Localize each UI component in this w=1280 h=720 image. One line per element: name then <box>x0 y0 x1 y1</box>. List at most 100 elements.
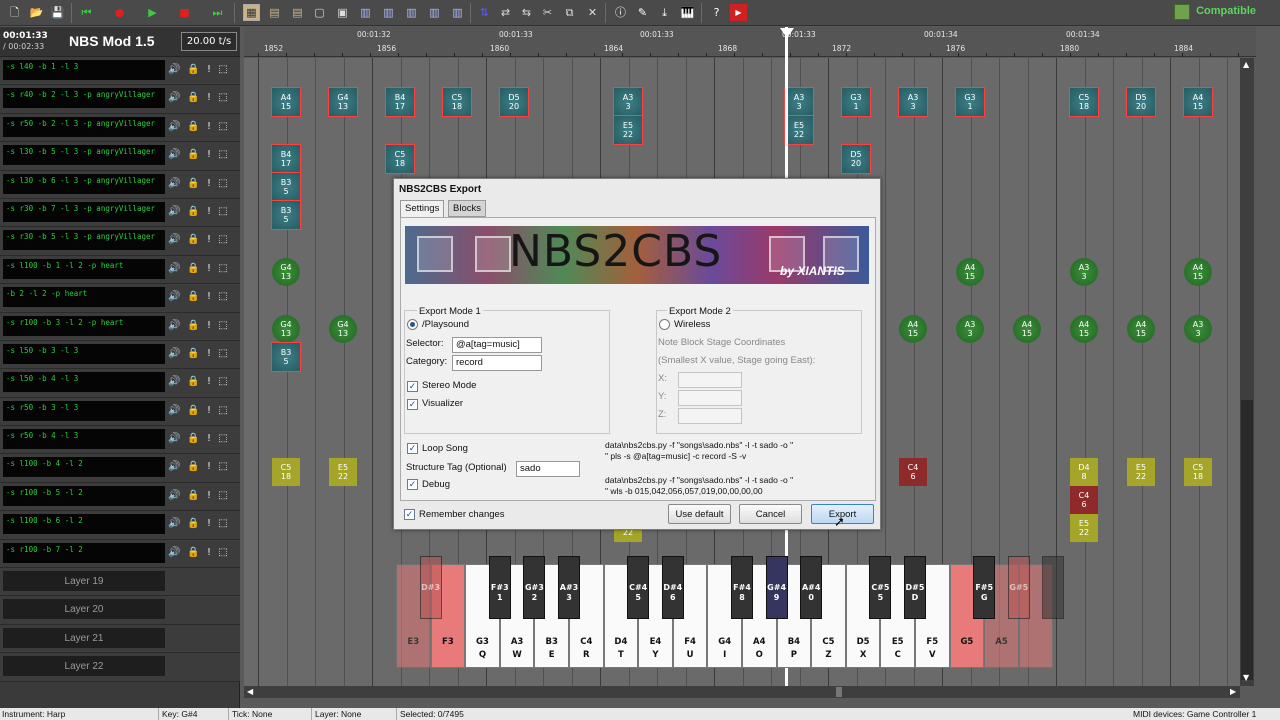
note-block[interactable]: A3 3 <box>1184 315 1212 343</box>
solo-icon[interactable]: ! <box>203 290 215 304</box>
select-layer-icon[interactable]: ⬚ <box>217 546 229 560</box>
piano-black-key[interactable]: D#5 D <box>904 556 926 619</box>
note-block[interactable]: B3 5 <box>271 342 301 372</box>
tempo-field[interactable]: 20.00 t/s <box>181 32 237 51</box>
volume-icon[interactable]: 🔊 <box>168 460 180 474</box>
loop-song-checkbox[interactable]: ✓ <box>407 443 418 454</box>
select-layer-icon[interactable]: ⬚ <box>217 120 229 134</box>
layer-name-field[interactable]: Layer 19 <box>3 571 165 592</box>
solo-icon[interactable]: ! <box>203 489 215 503</box>
selector-input[interactable]: @a[tag=music] <box>452 337 542 353</box>
note-block[interactable]: D5 20 <box>841 144 871 174</box>
note-block[interactable]: E522 <box>613 115 643 145</box>
y-coordinate-input[interactable] <box>678 390 742 406</box>
select-layer-icon[interactable]: ⬚ <box>217 489 229 503</box>
save-file-icon[interactable]: 💾 <box>49 4 66 21</box>
volume-icon[interactable]: 🔊 <box>168 517 180 531</box>
layer-name-field[interactable]: -s r50 -b 2 -l 3 -p angryVillager <box>3 116 165 137</box>
note-block[interactable]: A3 3 <box>956 315 984 343</box>
note-block[interactable]: C5 18 <box>442 87 472 117</box>
x-coordinate-input[interactable] <box>678 372 742 388</box>
note-block[interactable]: B4 17 <box>271 144 301 174</box>
layer-name-field[interactable]: -s r40 -b 2 -l 3 -p angryVillager <box>3 88 165 109</box>
layer-name-field[interactable]: Layer 20 <box>3 599 165 620</box>
note-block[interactable]: A4 15 <box>1070 315 1098 343</box>
piano-black-key[interactable]: G#5 <box>1007 556 1030 619</box>
note-block[interactable]: B3 5 <box>271 172 301 202</box>
piano-black-key[interactable]: F#5 G <box>973 556 996 619</box>
solo-icon[interactable]: ! <box>203 460 215 474</box>
tab-settings[interactable]: Settings <box>400 200 445 217</box>
info-icon[interactable]: ⓘ <box>612 4 629 21</box>
note-block[interactable]: A4 15 <box>899 315 927 343</box>
piano-black-key[interactable]: G#4 9 <box>765 556 788 619</box>
layer-name-field[interactable]: -s r30 -b 7 -l 3 -p angryVillager <box>3 201 165 222</box>
layer-name-field[interactable]: -b 2 -l 2 -p heart <box>3 287 165 308</box>
cut-icon[interactable]: ✂ <box>539 4 556 21</box>
lock-icon[interactable]: 🔒 <box>187 120 199 134</box>
solo-icon[interactable]: ! <box>203 546 215 560</box>
piano-black-key[interactable]: G#3 2 <box>523 556 546 619</box>
stop-icon[interactable]: ■ <box>176 4 193 21</box>
solo-icon[interactable]: ! <box>203 319 215 333</box>
lock-icon[interactable]: 🔒 <box>187 290 199 304</box>
note-block[interactable]: G4 13 <box>329 315 357 343</box>
select-layer-icon[interactable]: ⬚ <box>217 233 229 247</box>
note-block[interactable]: E522 <box>784 115 814 145</box>
select-layer-icon[interactable]: ⬚ <box>217 262 229 276</box>
note-block[interactable]: A4 15 <box>1127 315 1155 343</box>
invert-selection-icon[interactable]: ▣ <box>334 4 351 21</box>
piano-black-key[interactable]: A#4 0 <box>800 556 823 619</box>
note-block[interactable]: C4 6 <box>899 458 927 486</box>
new-file-icon[interactable]: 🗋 <box>6 4 23 21</box>
select-layer-icon[interactable]: ⬚ <box>217 177 229 191</box>
volume-icon[interactable]: 🔊 <box>168 375 180 389</box>
note-block[interactable]: G4 13 <box>272 315 300 343</box>
scroll-down-icon[interactable]: ▼ <box>1243 673 1249 682</box>
note-block[interactable]: A4 15 <box>1184 258 1212 286</box>
note-block[interactable]: B4 17 <box>385 87 415 117</box>
piano-black-key[interactable]: C#5 5 <box>869 556 892 619</box>
macros-icon[interactable]: ⇄ <box>497 4 514 21</box>
note-block[interactable]: B3 5 <box>271 200 301 230</box>
layer-name-field[interactable]: -s l50 -b 4 -l 3 <box>3 372 165 393</box>
piano-black-key[interactable]: F#4 8 <box>731 556 753 619</box>
lock-icon[interactable]: 🔒 <box>187 233 199 247</box>
note-block[interactable]: A4 15 <box>1013 315 1041 343</box>
solo-icon[interactable]: ! <box>203 432 215 446</box>
note-block[interactable]: D4 8 <box>1070 458 1098 486</box>
transpose-icon[interactable]: ▥ <box>403 4 420 21</box>
select-layer-icon[interactable]: ⬚ <box>217 404 229 418</box>
note-block[interactable]: A3 3 <box>1070 258 1098 286</box>
shift-down-icon[interactable]: ▥ <box>380 4 397 21</box>
tab-blocks[interactable]: Blocks <box>448 200 486 217</box>
volume-icon[interactable]: 🔊 <box>168 404 180 418</box>
layer-name-field[interactable]: -s r100 -b 3 -l 2 -p heart <box>3 315 165 336</box>
piano-icon[interactable]: 🎹 <box>679 4 696 21</box>
solo-icon[interactable]: ! <box>203 205 215 219</box>
volume-icon[interactable]: 🔊 <box>168 546 180 560</box>
note-block[interactable]: E522 <box>1127 458 1155 486</box>
layer-name-field[interactable]: -s r50 -b 3 -l 3 <box>3 400 165 421</box>
note-block[interactable]: C5 18 <box>272 458 300 486</box>
select-layer-icon[interactable]: ⬚ <box>217 91 229 105</box>
select-layer-icon[interactable]: ⬚ <box>217 347 229 361</box>
cancel-button[interactable]: Cancel <box>739 504 802 524</box>
select-right-icon[interactable]: ▤ <box>289 4 306 21</box>
volume-icon[interactable]: 🔊 <box>168 233 180 247</box>
layer-name-field[interactable]: -s r30 -b 5 -l 3 -p angryVillager <box>3 230 165 251</box>
solo-icon[interactable]: ! <box>203 262 215 276</box>
volume-icon[interactable]: 🔊 <box>168 63 180 77</box>
piano-black-key[interactable]: F#3 1 <box>488 556 511 619</box>
piano-black-key[interactable] <box>1042 556 1065 619</box>
layer-name-field[interactable]: Layer 21 <box>3 627 165 648</box>
stereo-mode-checkbox[interactable]: ✓ <box>407 381 418 392</box>
timeline-ruler[interactable]: 00:01:32 00:01:33 00:01:33 00:01:33 00:01:34… <box>244 27 1256 57</box>
layer-name-field[interactable]: -s l40 -b 1 -l 3 <box>3 60 165 80</box>
note-block[interactable]: C5 18 <box>1184 458 1212 486</box>
volume-icon[interactable]: 🔊 <box>168 347 180 361</box>
select-left-icon[interactable]: ▤ <box>266 4 283 21</box>
note-block[interactable]: A4 15 <box>956 258 984 286</box>
skip-back-icon[interactable]: ⏮ <box>78 4 95 21</box>
solo-icon[interactable]: ! <box>203 233 215 247</box>
